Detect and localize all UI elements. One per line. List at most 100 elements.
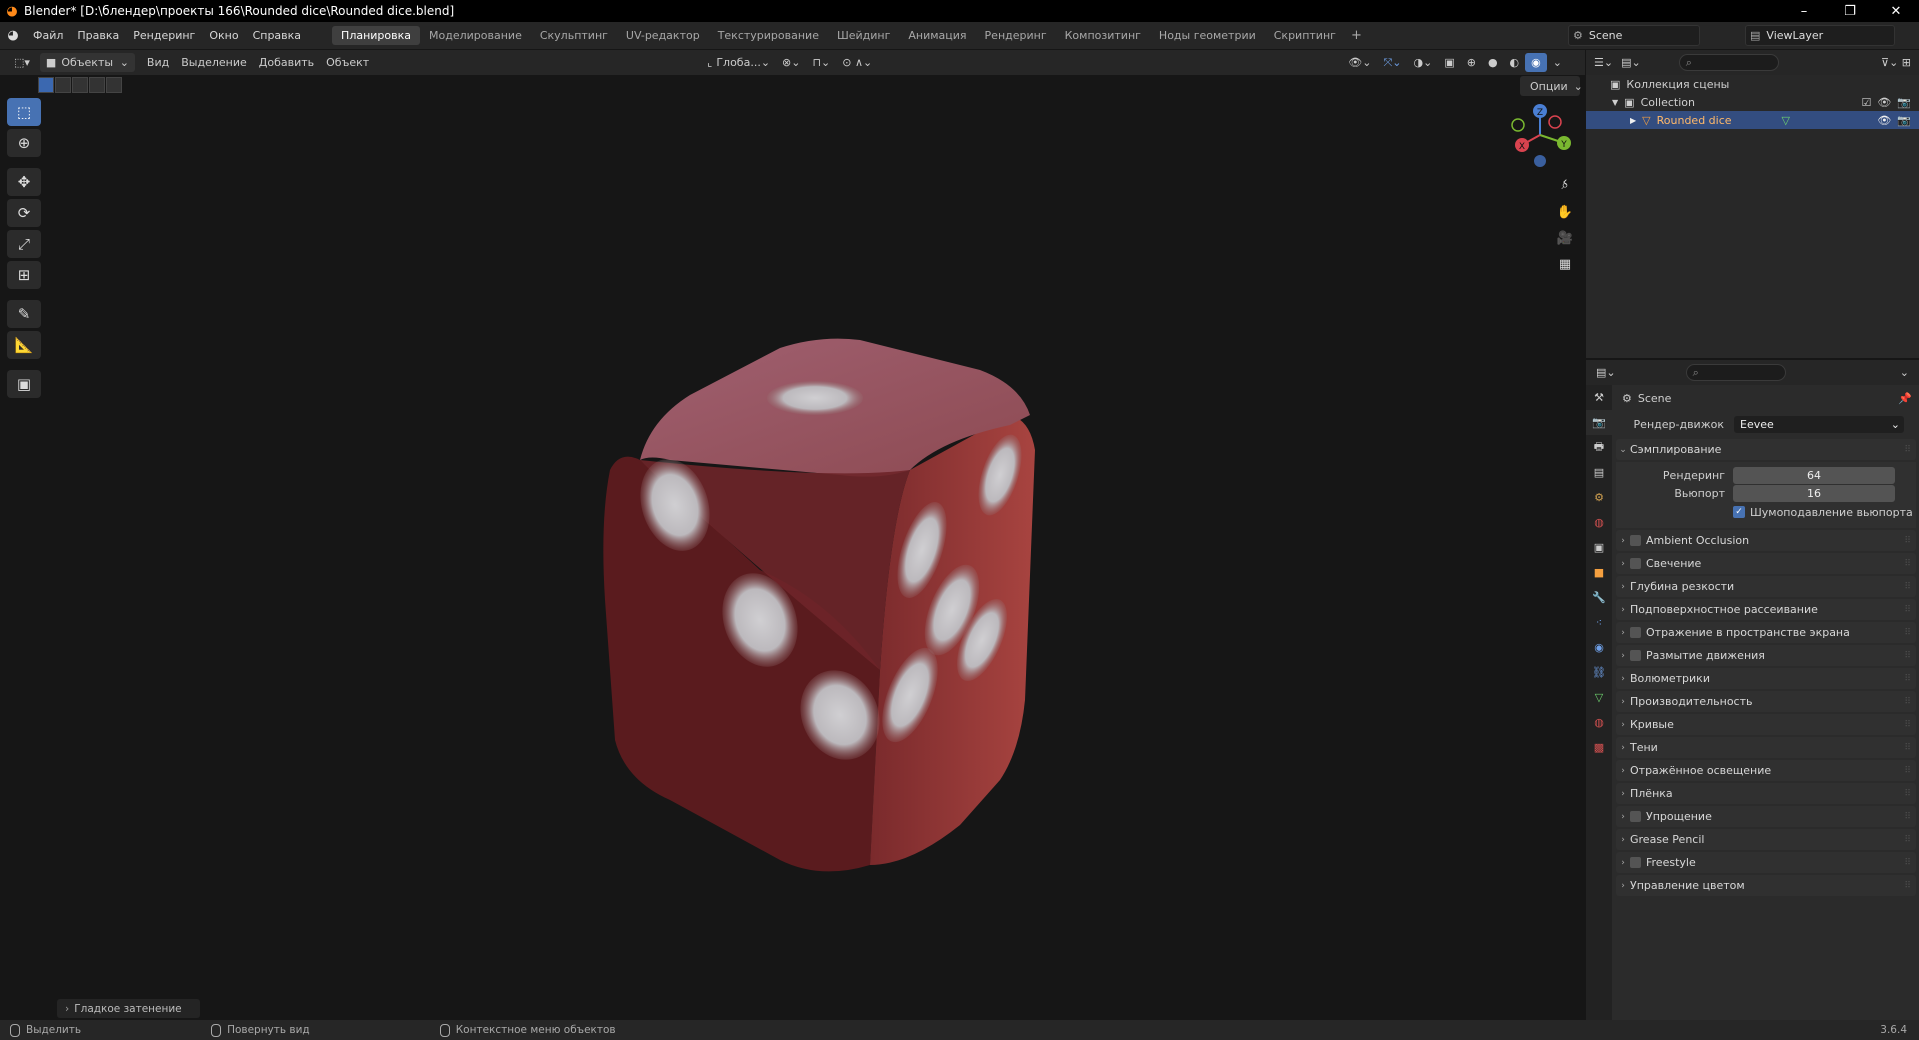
render-engine-dropdown[interactable]: Eevee ⌄ <box>1734 415 1904 433</box>
drag-handle-icon[interactable]: ⠿ <box>1904 789 1911 799</box>
view-layer-tab-icon[interactable]: ▤ <box>1586 460 1612 485</box>
outliner-scene-collection-row[interactable]: ▣ Коллекция сцены <box>1586 75 1919 93</box>
panel-render-section[interactable]: › Размытие движения ⠿ <box>1616 645 1916 666</box>
render-tab-icon[interactable]: 📷 <box>1586 410 1612 435</box>
panel-render-section[interactable]: › Упрощение ⠿ <box>1616 806 1916 827</box>
render-samples-field[interactable]: 64 <box>1733 466 1895 484</box>
3d-viewport[interactable]: Опции ⌄ ⬚ ⊕ ✥ ⟳ ⤢ ⊞ ✎ 📐 ▣ Z Y X ‹ ⌕ ✋ 🎥 … <box>0 75 1585 1020</box>
properties-search-input[interactable]: ⌕ <box>1685 364 1786 381</box>
transform-orientation-dropdown[interactable]: ⌞ Глоба... ⌄ <box>701 53 776 72</box>
menu-render[interactable]: Рендеринг <box>126 29 202 42</box>
tab-rendering[interactable]: Рендеринг <box>976 26 1056 45</box>
scene-selector[interactable]: ⚙ Scene <box>1568 25 1700 46</box>
panel-render-section[interactable]: › Grease Pencil ⠿ <box>1616 829 1916 850</box>
collection-tab-icon[interactable]: ▣ <box>1586 535 1612 560</box>
drag-handle-icon[interactable]: ⠿ <box>1904 605 1911 615</box>
data-tab-icon[interactable]: ▽ <box>1586 685 1612 710</box>
panel-render-section[interactable]: › Свечение ⠿ <box>1616 553 1916 574</box>
xray-toggle-icon[interactable]: ▣ <box>1438 53 1460 72</box>
snap-icon[interactable]: ⊓⌄ <box>806 53 836 72</box>
material-tab-icon[interactable]: ◍ <box>1586 710 1612 735</box>
panel-render-section[interactable]: › Управление цветом ⠿ <box>1616 875 1916 896</box>
menu-window[interactable]: Окно <box>202 29 245 42</box>
render-camera-icon[interactable]: 📷 <box>1897 114 1911 127</box>
tab-animation[interactable]: Анимация <box>899 26 975 45</box>
object-tab-icon[interactable]: ■ <box>1586 560 1612 585</box>
tool-tab-icon[interactable]: ⚒ <box>1586 385 1612 410</box>
view-layer-selector[interactable]: ▤ ViewLayer <box>1745 25 1895 46</box>
drag-handle-icon[interactable]: ⠿ <box>1904 445 1911 455</box>
tab-scripting[interactable]: Скриптинг <box>1265 26 1345 45</box>
viewport-denoise-checkbox[interactable]: ✓ <box>1733 506 1745 518</box>
mode-dropdown[interactable]: ■ Объекты ⌄ <box>39 53 135 72</box>
panel-enable-checkbox[interactable] <box>1630 811 1641 822</box>
drag-handle-icon[interactable]: ⠿ <box>1904 720 1911 730</box>
particles-tab-icon[interactable]: ⁖ <box>1586 610 1612 635</box>
select-intersect-icon[interactable] <box>106 77 122 93</box>
editor-type-icon[interactable]: ⬚▾ <box>8 53 36 72</box>
render-camera-icon[interactable]: 📷 <box>1897 96 1911 109</box>
drag-handle-icon[interactable]: ⠿ <box>1904 812 1911 822</box>
drag-handle-icon[interactable]: ⠿ <box>1904 858 1911 868</box>
world-tab-icon[interactable]: ◍ <box>1586 510 1612 535</box>
tab-geometry-nodes[interactable]: Ноды геометрии <box>1150 26 1265 45</box>
visibility-eye-icon[interactable]: 👁 <box>1877 114 1891 127</box>
physics-tab-icon[interactable]: ◉ <box>1586 635 1612 660</box>
rounded-dice-object[interactable] <box>580 320 1140 880</box>
select-box-tool-icon[interactable]: ⬚ <box>7 98 41 126</box>
panel-render-section[interactable]: › Подповерхностное рассеивание ⠿ <box>1616 599 1916 620</box>
overlay-toggle-icon[interactable]: ◑⌄ <box>1407 53 1438 72</box>
rendered-shading-icon[interactable]: ◉ <box>1525 53 1547 72</box>
panel-render-section[interactable]: › Отражение в пространстве экрана ⠿ <box>1616 622 1916 643</box>
panel-render-section[interactable]: › Волюметрики ⠿ <box>1616 668 1916 689</box>
transform-tool-icon[interactable]: ⊞ <box>7 261 41 289</box>
output-tab-icon[interactable]: 🖶 <box>1586 435 1612 460</box>
select-new-icon[interactable] <box>38 77 54 93</box>
menu-object[interactable]: Объект <box>320 53 375 72</box>
tab-modeling[interactable]: Моделирование <box>420 26 531 45</box>
menu-view[interactable]: Вид <box>141 53 175 72</box>
drag-handle-icon[interactable]: ⠿ <box>1904 766 1911 776</box>
drag-handle-icon[interactable]: ⠿ <box>1904 697 1911 707</box>
filter-icon[interactable]: ⊽⌄ ⊞ <box>1881 56 1911 69</box>
panel-enable-checkbox[interactable] <box>1630 857 1641 868</box>
tab-sculpting[interactable]: Скульптинг <box>531 26 617 45</box>
tab-compositing[interactable]: Композитинг <box>1056 26 1150 45</box>
drag-handle-icon[interactable]: ⠿ <box>1904 582 1911 592</box>
pivot-point-icon[interactable]: ⊗⌄ <box>776 53 806 72</box>
panel-render-section[interactable]: › Глубина резкости ⠿ <box>1616 576 1916 597</box>
modifier-tab-icon[interactable]: 🔧 <box>1586 585 1612 610</box>
select-subtract-icon[interactable] <box>72 77 88 93</box>
select-invert-icon[interactable] <box>89 77 105 93</box>
panel-render-section[interactable]: › Кривые ⠿ <box>1616 714 1916 735</box>
menu-add[interactable]: Добавить <box>253 53 320 72</box>
gizmo-neg-y-axis[interactable] <box>1511 118 1525 132</box>
constraints-tab-icon[interactable]: ⛓ <box>1586 660 1612 685</box>
menu-file[interactable]: Файл <box>26 29 70 42</box>
drag-handle-icon[interactable]: ⠿ <box>1904 651 1911 661</box>
panel-render-section[interactable]: › Тени ⠿ <box>1616 737 1916 758</box>
outliner-object-row[interactable]: ▶ ▽ Rounded dice ▽ 👁 📷 <box>1586 111 1919 129</box>
close-button[interactable]: ✕ <box>1873 4 1919 19</box>
panel-enable-checkbox[interactable] <box>1630 627 1641 638</box>
pan-view-icon[interactable]: ✋ <box>1553 200 1577 224</box>
material-shading-icon[interactable]: ◐ <box>1504 53 1526 72</box>
tab-uv-editing[interactable]: UV-редактор <box>617 26 709 45</box>
drag-handle-icon[interactable]: ⠿ <box>1904 674 1911 684</box>
perspective-toggle-icon[interactable]: ▦ <box>1553 252 1577 276</box>
outliner-search-input[interactable]: ⌕ <box>1678 54 1779 71</box>
exclude-checkbox-icon[interactable]: ☑ <box>1861 96 1871 109</box>
outliner-editor-type-icon[interactable]: ☰⌄ <box>1594 56 1613 69</box>
drag-handle-icon[interactable]: ⠿ <box>1904 559 1911 569</box>
pin-icon[interactable]: 📌 <box>1898 392 1912 405</box>
minimize-button[interactable]: – <box>1781 4 1827 19</box>
texture-tab-icon[interactable]: ▩ <box>1586 735 1612 760</box>
scene-tab-icon[interactable]: ⚙ <box>1586 485 1612 510</box>
blender-menu-icon[interactable]: ◕ <box>0 28 26 43</box>
chevron-down-icon[interactable]: ▼ <box>1612 98 1618 107</box>
proportional-edit-icon[interactable]: ⊙ ∧⌄ <box>836 53 878 72</box>
gizmo-toggle-icon[interactable]: ⤧⌄ <box>1377 53 1407 72</box>
measure-tool-icon[interactable]: 📐 <box>7 331 41 359</box>
viewport-samples-field[interactable]: 16 <box>1733 484 1895 502</box>
display-mode-icon[interactable]: ▤⌄ <box>1621 56 1641 69</box>
